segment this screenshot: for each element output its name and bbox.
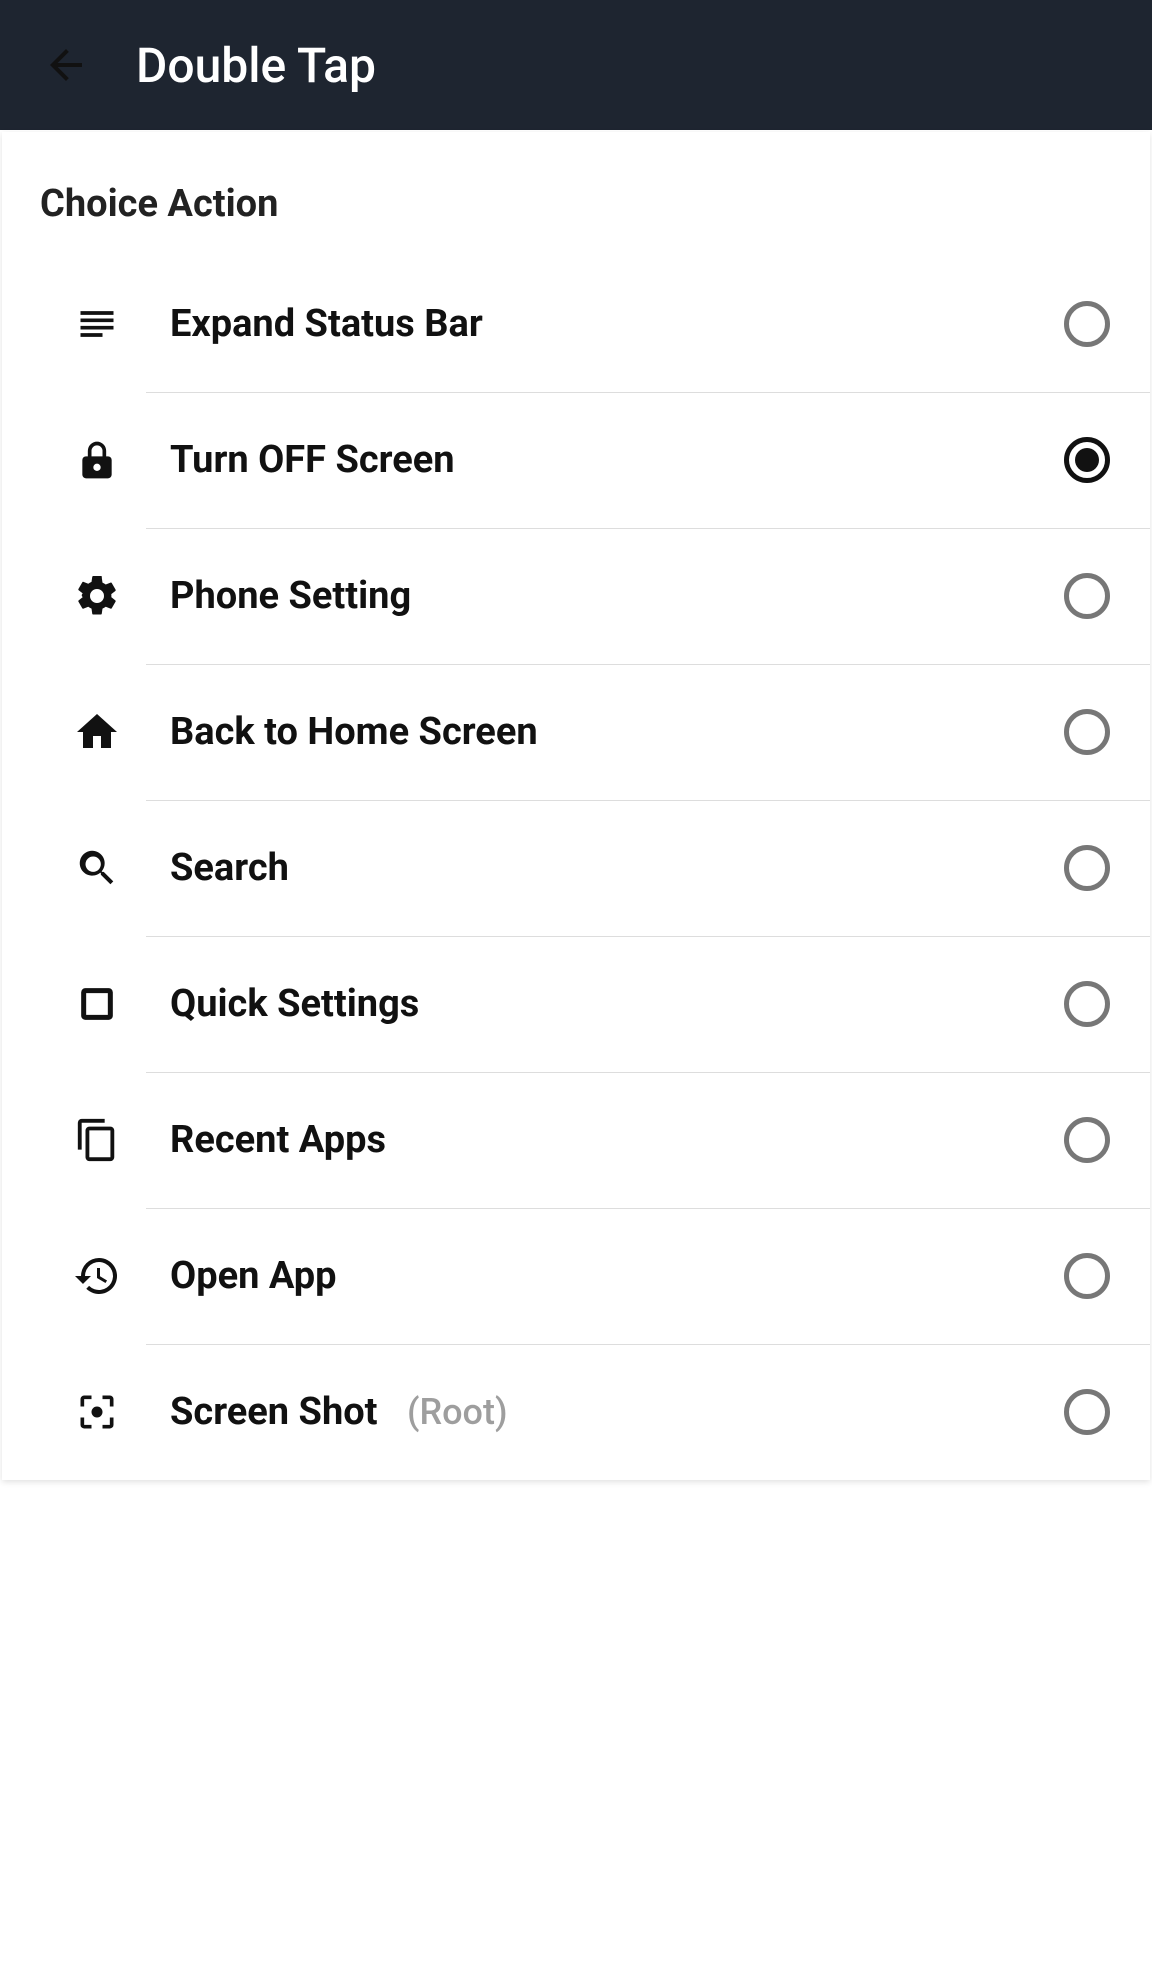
item-label: Open App	[142, 1254, 1064, 1298]
lock-icon	[52, 438, 142, 482]
action-item-quick-settings[interactable]: Quick Settings	[2, 936, 1150, 1072]
action-item-search[interactable]: Search	[2, 800, 1150, 936]
item-label: Phone Setting	[142, 574, 1064, 618]
item-note: (Root)	[407, 1391, 508, 1433]
content-panel: Choice Action Expand Status Bar Turn OFF…	[2, 132, 1150, 1480]
square-icon	[52, 984, 142, 1024]
radio-button[interactable]	[1064, 709, 1110, 755]
item-label: Recent Apps	[142, 1118, 1064, 1162]
item-label: Back to Home Screen	[142, 710, 1064, 754]
action-item-back-to-home[interactable]: Back to Home Screen	[2, 664, 1150, 800]
radio-button[interactable]	[1064, 573, 1110, 619]
restore-icon	[52, 1252, 142, 1300]
item-label: Quick Settings	[142, 982, 1064, 1026]
item-label: Screen Shot (Root)	[142, 1390, 1064, 1434]
item-label: Turn OFF Screen	[142, 438, 1064, 482]
action-item-phone-setting[interactable]: Phone Setting	[2, 528, 1150, 664]
radio-button[interactable]	[1064, 301, 1110, 347]
radio-button[interactable]	[1064, 437, 1110, 483]
arrow-left-icon	[42, 41, 90, 89]
action-item-screen-shot[interactable]: Screen Shot (Root)	[2, 1344, 1150, 1480]
page-title: Double Tap	[136, 37, 376, 94]
app-header: Double Tap	[0, 0, 1152, 130]
radio-button[interactable]	[1064, 1117, 1110, 1163]
radio-button[interactable]	[1064, 1389, 1110, 1435]
copy-icon	[52, 1117, 142, 1163]
action-item-turn-off-screen[interactable]: Turn OFF Screen	[2, 392, 1150, 528]
home-icon	[52, 708, 142, 756]
gear-icon	[52, 572, 142, 620]
radio-button[interactable]	[1064, 1253, 1110, 1299]
action-item-expand-status-bar[interactable]: Expand Status Bar	[2, 256, 1150, 392]
section-title: Choice Action	[2, 182, 1150, 256]
action-item-open-app[interactable]: Open App	[2, 1208, 1150, 1344]
back-button[interactable]	[36, 35, 96, 95]
radio-button[interactable]	[1064, 845, 1110, 891]
radio-button[interactable]	[1064, 981, 1110, 1027]
search-icon	[52, 845, 142, 891]
item-label: Search	[142, 846, 1064, 890]
subject-icon	[52, 302, 142, 346]
item-label-text: Screen Shot	[170, 1390, 378, 1434]
center-focus-icon	[52, 1390, 142, 1434]
item-label: Expand Status Bar	[142, 302, 1064, 346]
action-item-recent-apps[interactable]: Recent Apps	[2, 1072, 1150, 1208]
